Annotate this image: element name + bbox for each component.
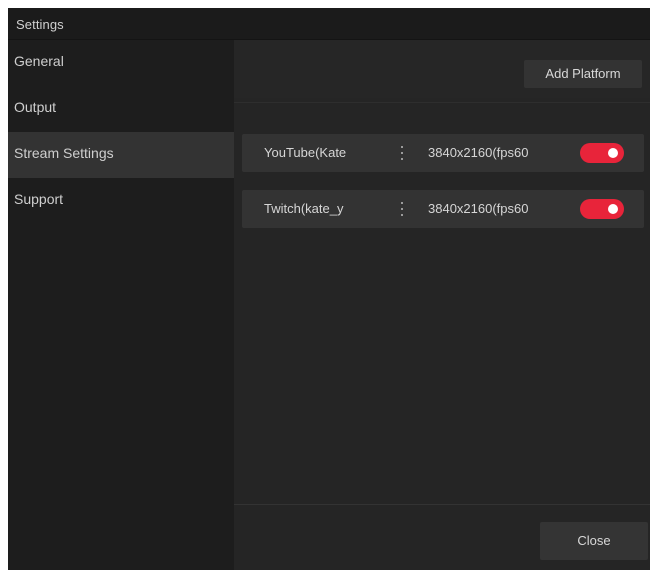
sidebar-item-stream-settings[interactable]: Stream Settings	[8, 132, 234, 178]
sidebar-item-label: General	[14, 53, 64, 69]
divider	[234, 102, 650, 103]
toggle-knob	[608, 204, 618, 214]
sidebar-item-support[interactable]: Support	[8, 178, 234, 224]
close-button[interactable]: Close	[540, 522, 648, 560]
toggle-knob	[608, 148, 618, 158]
sidebar: General Output Stream Settings Support	[8, 40, 234, 570]
sidebar-item-label: Support	[14, 191, 64, 207]
platform-enable-toggle[interactable]	[580, 199, 624, 219]
platform-resolution: 3840x2160(fps60	[428, 201, 529, 216]
add-platform-button[interactable]: Add Platform	[524, 60, 642, 88]
more-options-icon[interactable]	[396, 143, 408, 163]
title-bar: Settings	[8, 8, 650, 40]
window-title: Settings	[16, 17, 64, 32]
platform-resolution: 3840x2160(fps60	[428, 145, 529, 160]
platform-row: YouTube(Kate 3840x2160(fps60	[242, 134, 644, 172]
panel-toolbar: Add Platform	[234, 40, 650, 98]
platform-enable-toggle[interactable]	[580, 143, 624, 163]
platform-name: YouTube(Kate	[264, 145, 347, 160]
settings-window: Settings General Output Stream Settings …	[8, 8, 650, 570]
sidebar-item-general[interactable]: General	[8, 40, 234, 86]
stream-settings-panel: Add Platform YouTube(Kate 3840x2160(fps6…	[234, 40, 650, 570]
platform-name: Twitch(kate_y	[264, 201, 344, 216]
sidebar-item-output[interactable]: Output	[8, 86, 234, 132]
footer-divider	[234, 504, 650, 505]
sidebar-item-label: Output	[14, 99, 57, 115]
sidebar-item-label: Stream Settings	[14, 145, 114, 161]
more-options-icon[interactable]	[396, 199, 408, 219]
platform-row: Twitch(kate_y 3840x2160(fps60	[242, 190, 644, 228]
